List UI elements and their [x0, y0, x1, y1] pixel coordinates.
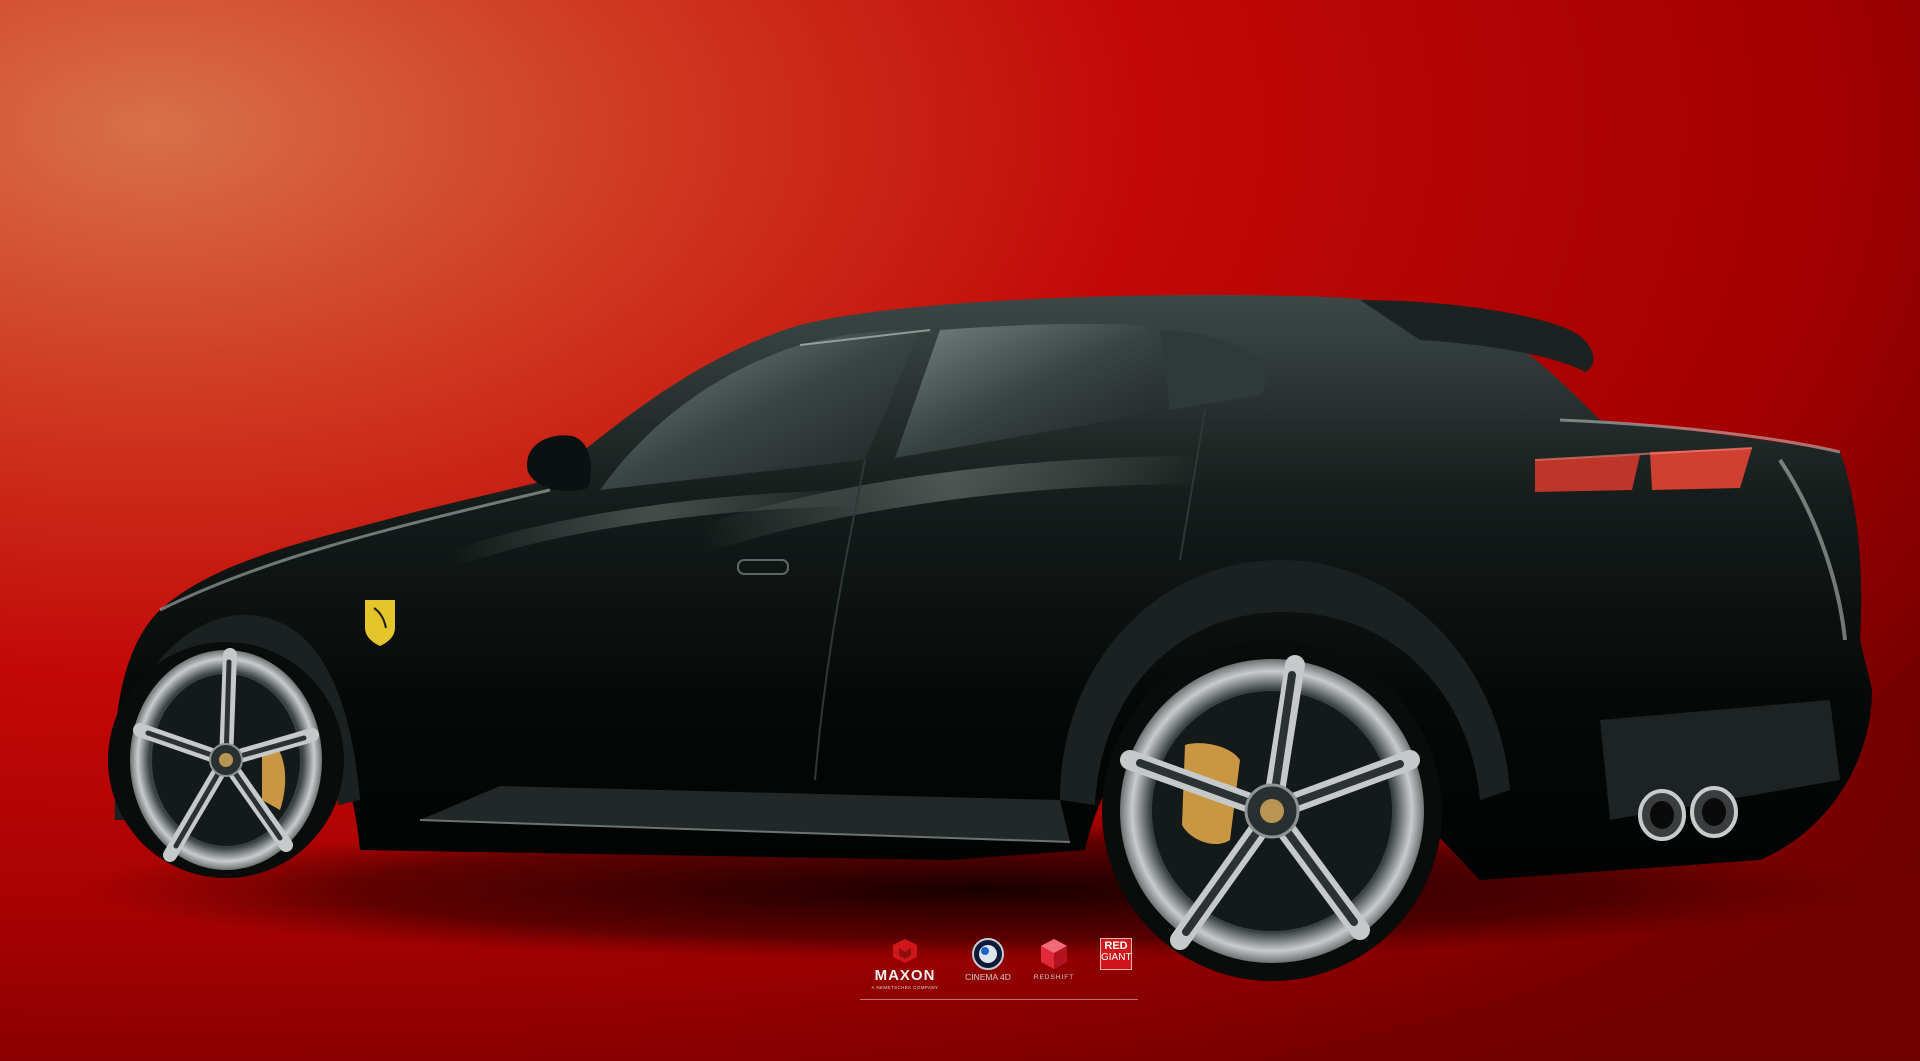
cinema4d-sphere-icon	[972, 938, 1004, 970]
redshift-logo: REDSHIFT	[1026, 938, 1082, 981]
rear-wheel	[1102, 641, 1442, 981]
redgiant-logo: RED GIANT	[1094, 938, 1138, 970]
front-wheel	[108, 642, 344, 878]
cinema4d-logo: CINEMA 4D	[956, 938, 1020, 982]
render-stage: MAXON A NEMETSCHEK COMPANY CINEMA 4D RED…	[0, 0, 1920, 1061]
maxon-logo: MAXON A NEMETSCHEK COMPANY	[860, 938, 950, 990]
maxon-tagline: A NEMETSCHEK COMPANY	[871, 985, 939, 990]
redshift-wordmark: REDSHIFT	[1033, 974, 1075, 981]
redgiant-line1: RED	[1104, 940, 1128, 952]
cinema4d-wordmark: CINEMA 4D	[965, 972, 1011, 982]
logo-divider	[860, 999, 1138, 1000]
sponsor-logo-bar: MAXON A NEMETSCHEK COMPANY CINEMA 4D RED…	[860, 938, 1138, 1004]
redgiant-line2: GIANT	[1101, 952, 1132, 963]
car-scene	[0, 0, 1920, 1061]
maxon-wordmark: MAXON	[874, 967, 936, 984]
maxon-cube-icon	[893, 939, 917, 963]
redgiant-square-icon: RED GIANT	[1100, 938, 1132, 970]
redshift-cube-icon	[1041, 939, 1067, 969]
